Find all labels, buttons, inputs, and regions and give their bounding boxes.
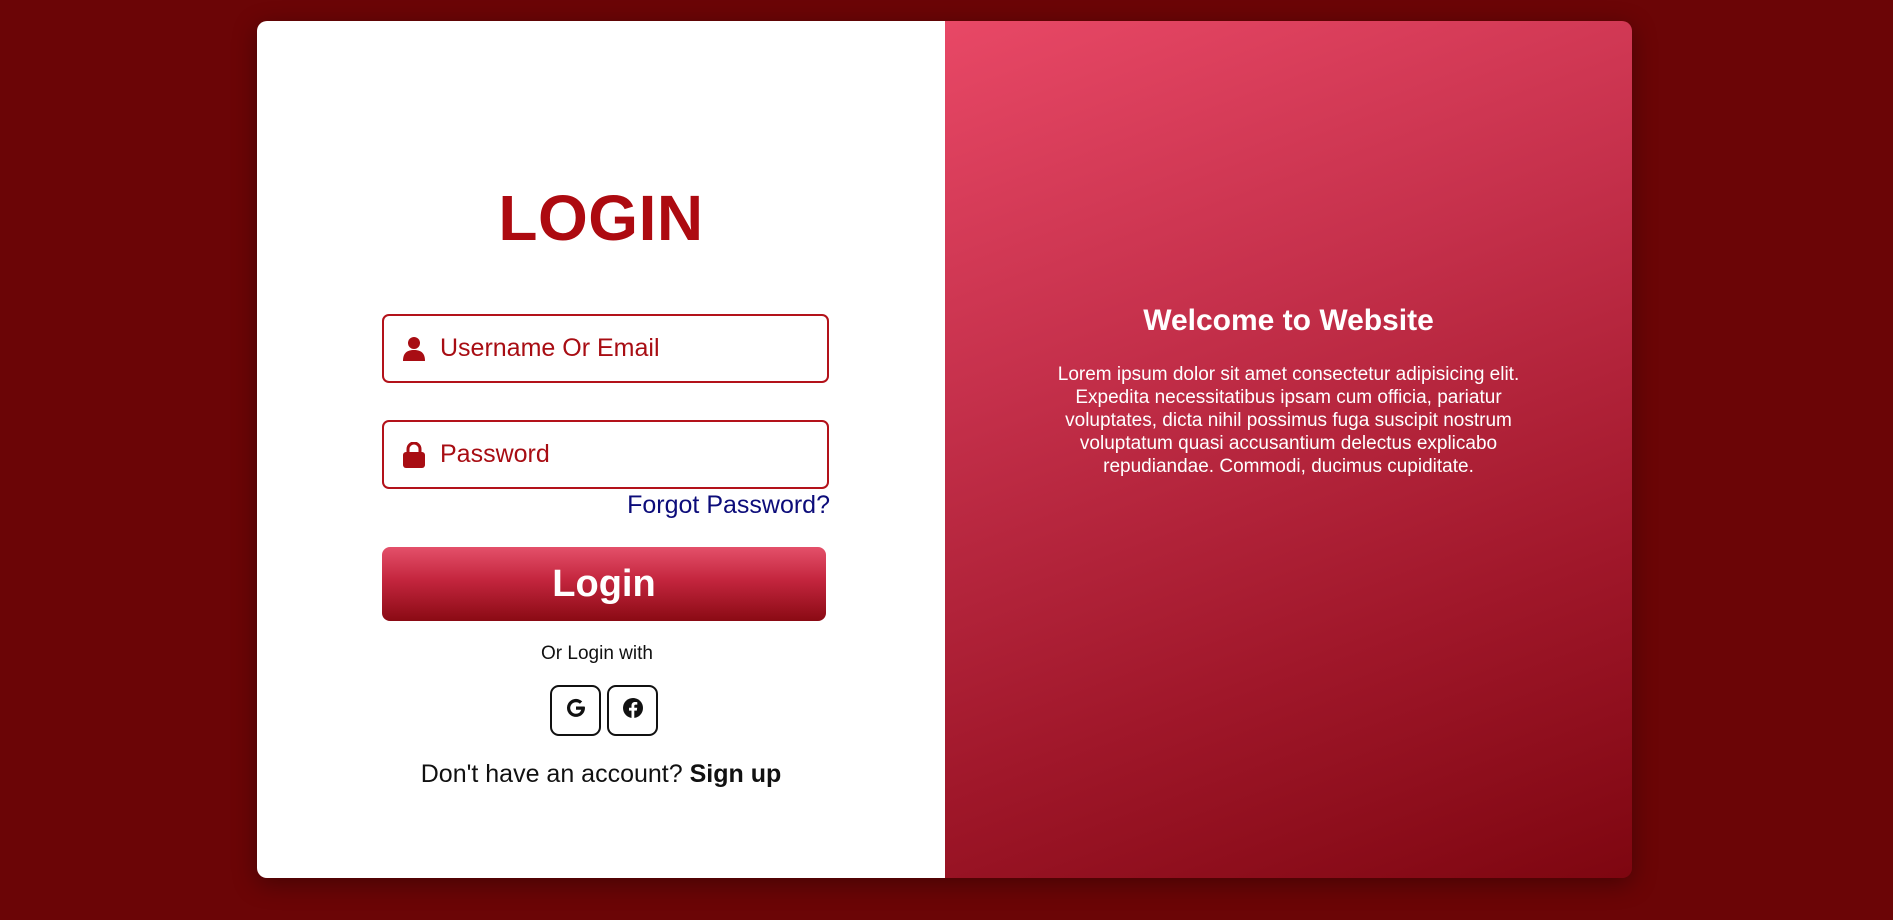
lock-icon bbox=[402, 441, 426, 468]
username-field[interactable] bbox=[382, 314, 829, 383]
google-login-button[interactable] bbox=[550, 685, 601, 736]
facebook-login-button[interactable] bbox=[607, 685, 658, 736]
no-account-text: Don't have an account? bbox=[420, 760, 683, 788]
welcome-panel: Welcome to Website Lorem ipsum dolor sit… bbox=[945, 21, 1632, 878]
welcome-description: Lorem ipsum dolor sit amet consectetur a… bbox=[1057, 364, 1520, 477]
forgot-password-link[interactable]: Forgot Password? bbox=[627, 491, 830, 520]
password-input[interactable] bbox=[440, 440, 820, 469]
facebook-icon bbox=[622, 697, 644, 724]
signup-link[interactable]: Sign up bbox=[690, 760, 782, 788]
login-title: LOGIN bbox=[498, 182, 704, 254]
or-login-with-label: Or Login with bbox=[541, 643, 653, 664]
username-input[interactable] bbox=[440, 334, 820, 363]
login-panel: LOGIN Forgot Password? Login Or Login wi… bbox=[257, 21, 945, 878]
user-icon bbox=[402, 336, 426, 362]
password-field[interactable] bbox=[382, 420, 829, 489]
google-icon bbox=[565, 697, 587, 724]
signup-prompt: Don't have an account? Sign up bbox=[257, 760, 945, 789]
welcome-heading: Welcome to Website bbox=[1143, 304, 1434, 337]
login-card: LOGIN Forgot Password? Login Or Login wi… bbox=[257, 21, 1632, 878]
login-button[interactable]: Login bbox=[382, 547, 826, 621]
